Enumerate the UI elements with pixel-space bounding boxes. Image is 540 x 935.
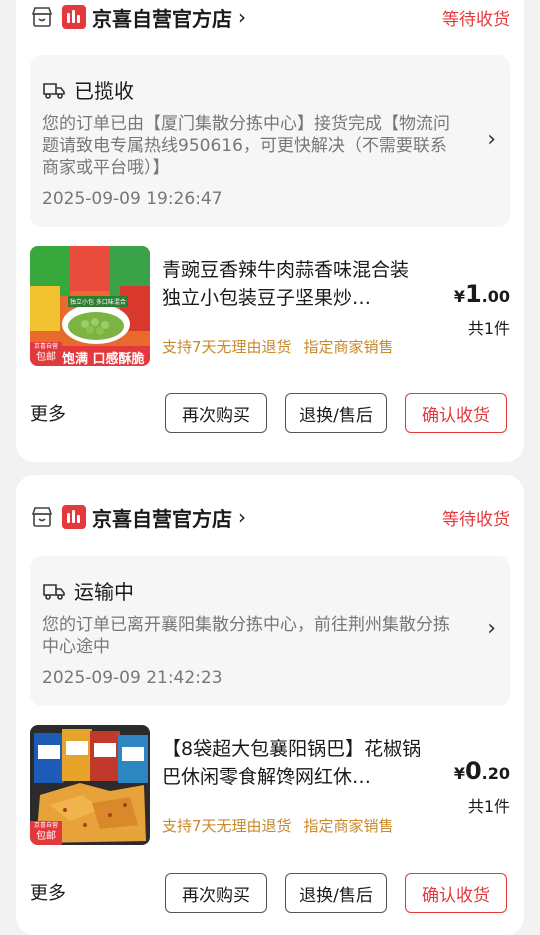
return-exchange-button[interactable]: 退换/售后: [285, 873, 387, 913]
logistics-title: 运输中: [74, 580, 134, 604]
buy-again-button[interactable]: 再次购买: [165, 873, 267, 913]
product-price: ¥1.00: [454, 280, 510, 308]
jd-brand-icon: [62, 5, 86, 29]
tag-seller: 指定商家销售: [303, 338, 394, 356]
service-tags: 支持7天无理由退货 指定商家销售: [162, 815, 394, 836]
truck-icon: [43, 583, 65, 600]
logistics-panel[interactable]: 已揽收 您的订单已由【厦门集散分拣中心】接货完成【物流问题请致电专属热线9506…: [30, 55, 510, 227]
product-qty: 共1件: [467, 797, 510, 816]
logistics-time: 2025-09-09 21:42:23: [42, 668, 223, 688]
chevron-right-icon: ›: [487, 616, 496, 641]
more-link[interactable]: 更多: [30, 879, 66, 905]
logistics-title-row: 已揽收: [42, 75, 134, 104]
price-integer: 0: [464, 757, 482, 785]
store-header[interactable]: 京喜自营官方店 › 等待收货: [30, 0, 510, 35]
return-exchange-button[interactable]: 退换/售后: [285, 393, 387, 433]
more-link[interactable]: 更多: [30, 400, 66, 426]
product-thumbnail[interactable]: 京喜自营 包邮: [30, 725, 150, 845]
store-name[interactable]: 京喜自营官方店: [92, 3, 232, 32]
price-integer: 1: [464, 280, 482, 308]
free-shipping-badge: 京喜自营 包邮: [30, 342, 62, 366]
badge-text: 包邮: [36, 831, 56, 842]
product-title[interactable]: 【8袋超大包襄阳锅巴】花椒锅巴休闲零食解馋网红休…: [162, 735, 422, 791]
logistics-title: 已揽收: [74, 79, 134, 103]
order-status: 等待收货: [442, 509, 510, 530]
thumb-mini-text: 独立小包 多口味混合: [68, 296, 128, 307]
logistics-desc: 您的订单已由【厦门集散分拣中心】接货完成【物流问题请致电专属热线950616，可…: [42, 114, 450, 178]
product-qty: 共1件: [467, 319, 510, 338]
tag-return: 支持7天无理由退货: [162, 338, 292, 356]
logistics-time: 2025-09-09 19:26:47: [42, 189, 223, 209]
chevron-right-icon: ›: [238, 5, 246, 29]
shop-icon: [31, 7, 53, 27]
product-title[interactable]: 青豌豆香辣牛肉蒜香味混合装独立小包装豆子坚果炒…: [162, 256, 422, 312]
price-decimal: .00: [481, 287, 510, 306]
badge-small-text: 京喜自营: [33, 343, 58, 350]
tag-seller: 指定商家销售: [303, 817, 394, 835]
confirm-receipt-button[interactable]: 确认收货: [405, 873, 507, 913]
order-card: 京喜自营官方店 › 等待收货 已揽收 您的订单已由【厦门集散分拣中心】接货完成【…: [16, 0, 524, 462]
order-card: 京喜自营官方店 › 等待收货 运输中 您的订单已离开襄阳集散分拣中心，前往荆州集…: [16, 475, 524, 935]
logistics-desc: 您的订单已离开襄阳集散分拣中心，前往荆州集散分拣中心途中: [42, 615, 450, 657]
price-currency: ¥: [453, 287, 465, 306]
free-shipping-badge: 京喜自营 包邮: [30, 821, 62, 845]
order-status: 等待收货: [442, 9, 510, 30]
chevron-right-icon: ›: [487, 127, 496, 152]
price-currency: ¥: [453, 764, 465, 783]
badge-text: 包邮: [36, 352, 56, 363]
product-thumbnail[interactable]: 独立小包 多口味混合 饱满 口感酥脆 京喜自营 包邮: [30, 246, 150, 366]
truck-icon: [43, 82, 65, 99]
store-header[interactable]: 京喜自营官方店 › 等待收货: [30, 499, 510, 535]
chevron-right-icon: ›: [238, 505, 246, 529]
badge-small-text: 京喜自营: [33, 822, 58, 829]
confirm-receipt-button[interactable]: 确认收货: [405, 393, 507, 433]
logistics-title-row: 运输中: [42, 576, 134, 605]
jd-brand-icon: [62, 505, 86, 529]
price-decimal: .20: [481, 764, 510, 783]
service-tags: 支持7天无理由退货 指定商家销售: [162, 336, 394, 357]
buy-again-button[interactable]: 再次购买: [165, 393, 267, 433]
logistics-panel[interactable]: 运输中 您的订单已离开襄阳集散分拣中心，前往荆州集散分拣中心途中 2025-09…: [30, 556, 510, 706]
product-price: ¥0.20: [454, 757, 510, 785]
store-name[interactable]: 京喜自营官方店: [92, 503, 232, 532]
thumb-slogan: 饱满 口感酥脆: [62, 352, 145, 366]
shop-icon: [31, 507, 53, 527]
tag-return: 支持7天无理由退货: [162, 817, 292, 835]
